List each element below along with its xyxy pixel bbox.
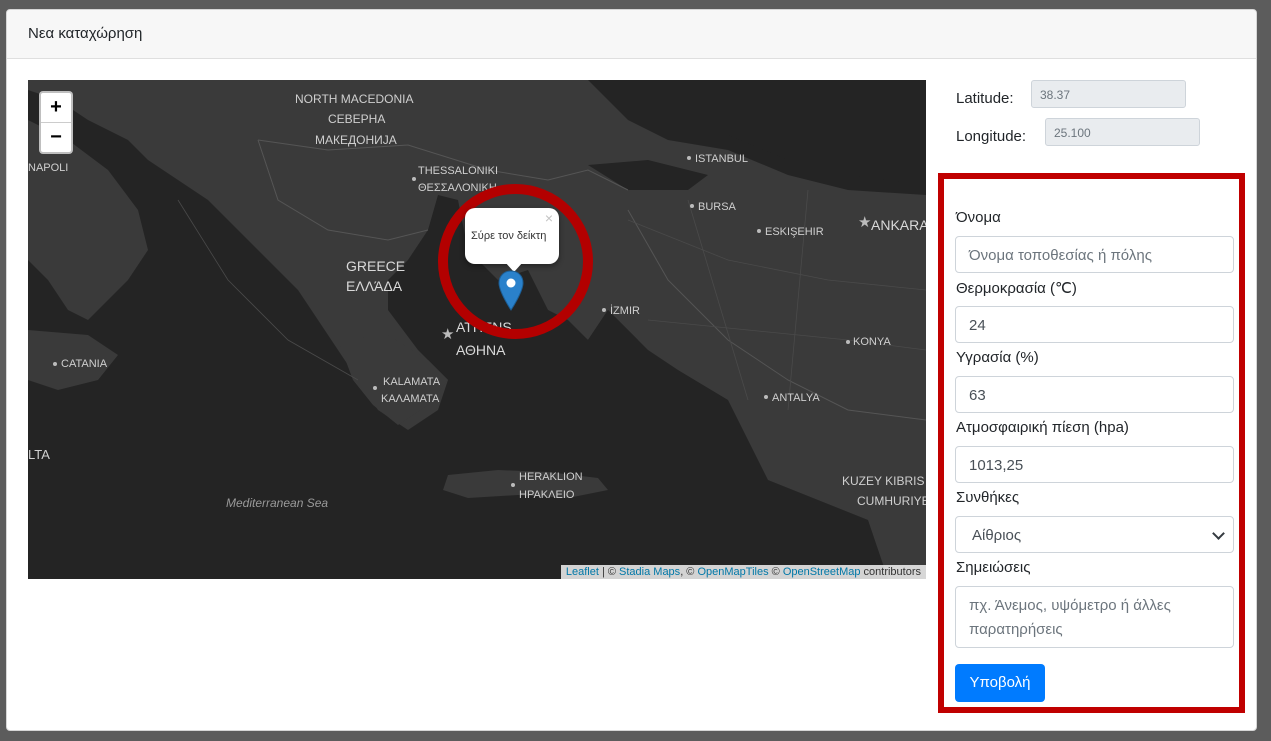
map-marker-icon[interactable] xyxy=(498,270,524,312)
city-dot xyxy=(412,177,416,181)
capital-star-icon: ★ xyxy=(858,214,872,231)
attribution-sep: | © xyxy=(598,566,620,578)
map-label: KALAMATA xyxy=(383,376,441,388)
city-dot xyxy=(764,395,768,399)
map-label: МАКЕДОНИЈА xyxy=(315,133,397,147)
pressure-field[interactable]: 1013,25 xyxy=(955,446,1234,483)
map-label: İZMIR xyxy=(610,305,640,317)
map-label: CATANIA xyxy=(61,358,108,370)
latitude-label: Latitude: xyxy=(956,90,1014,107)
map-label: ANTALYA xyxy=(772,392,820,404)
map-label: ΚΑΛΑΜΑΤΑ xyxy=(381,393,440,405)
city-dot xyxy=(602,308,606,312)
entry-card: Νεα καταχώρηση + − NORTH MACEDONIA СЕВЕР… xyxy=(6,9,1257,731)
map-label: KUZEY KIBRIS xyxy=(842,474,925,488)
city-dot xyxy=(757,229,761,233)
osm-link[interactable]: OpenStreetMap xyxy=(783,566,861,578)
zoom-in-button[interactable]: + xyxy=(41,93,71,123)
map-label: ΑΘΗΝΑ xyxy=(456,342,506,358)
longitude-field[interactable]: 25.100 xyxy=(1045,118,1200,146)
map-label: ANKARA xyxy=(871,217,926,233)
map-label: ΗΡΑΚΛΕΙΟ xyxy=(519,489,575,501)
conditions-select[interactable]: Αίθριος xyxy=(955,516,1234,553)
conditions-label: Συνθήκες xyxy=(956,489,1020,506)
map-attribution: Leaflet | © Stadia Maps, © OpenMapTiles … xyxy=(560,565,926,579)
map-label: ESKIŞEHIR xyxy=(765,226,824,238)
map-label: СЕВЕРНА xyxy=(328,112,386,126)
temperature-field[interactable]: 24 xyxy=(955,306,1234,343)
map-label: LTA xyxy=(28,447,50,462)
map-label: HERAKLION xyxy=(519,471,583,483)
map-label: ΕΛΛΆΔΑ xyxy=(346,278,403,294)
capital-star-icon: ★ xyxy=(441,326,455,343)
popup-text: Σύρε τον δείκτη xyxy=(471,230,547,242)
card-title: Νεα καταχώρηση xyxy=(7,10,1256,59)
map[interactable]: + − NORTH MACEDONIA СЕВЕРНА МАКЕДОНИЈА T… xyxy=(28,80,926,579)
zoom-out-button[interactable]: − xyxy=(41,123,71,152)
city-dot xyxy=(690,204,694,208)
close-icon[interactable]: × xyxy=(545,210,553,226)
map-label: NAPOLI xyxy=(28,162,69,174)
attribution-tail: contributors xyxy=(860,566,921,578)
entry-form: Όνομα Όνομα τοποθεσίας ή πόλης Θερμοκρασ… xyxy=(938,173,1245,713)
temperature-label: Θερμοκρασία (℃) xyxy=(956,280,1077,297)
city-dot xyxy=(511,483,515,487)
name-field[interactable]: Όνομα τοποθεσίας ή πόλης xyxy=(955,236,1234,273)
leaflet-link[interactable]: Leaflet xyxy=(566,566,599,578)
city-dot xyxy=(687,156,691,160)
city-dot xyxy=(53,362,57,366)
stadia-link[interactable]: Stadia Maps xyxy=(619,566,680,578)
submit-button[interactable]: Υποβολή xyxy=(955,664,1045,702)
map-label: CUMHURIYE xyxy=(857,494,926,508)
notes-label: Σημειώσεις xyxy=(956,559,1031,576)
map-label: NORTH MACEDONIA xyxy=(295,92,414,106)
openmaptiles-link[interactable]: OpenMapTiles xyxy=(697,566,768,578)
zoom-control: + − xyxy=(39,91,73,154)
pressure-label: Ατμοσφαιρική πίεση (hpa) xyxy=(956,419,1129,436)
map-label: KONYA xyxy=(853,336,891,348)
humidity-field[interactable]: 63 xyxy=(955,376,1234,413)
map-label: THESSALONIKI xyxy=(418,165,499,177)
longitude-label: Longitude: xyxy=(956,128,1027,145)
notes-field[interactable]: πχ. Άνεμος, υψόμετρο ή άλλες παρατηρήσει… xyxy=(955,586,1234,648)
map-label: BURSA xyxy=(698,201,736,213)
conditions-value: Αίθριος xyxy=(972,527,1022,544)
attribution-sep: , © xyxy=(680,566,698,578)
marker-popup: × Σύρε τον δείκτη xyxy=(465,208,559,272)
name-label: Όνομα xyxy=(956,209,1001,226)
city-dot xyxy=(373,386,377,390)
map-label: ISTANBUL xyxy=(695,153,748,165)
humidity-label: Υγρασία (%) xyxy=(956,349,1039,366)
map-label: GREECE xyxy=(346,258,406,274)
latitude-field[interactable]: 38.37 xyxy=(1031,80,1186,108)
sea-label: Mediterranean Sea xyxy=(226,496,329,510)
attribution-sep: © xyxy=(768,566,783,578)
city-dot xyxy=(846,340,850,344)
chevron-down-icon xyxy=(1212,527,1225,540)
